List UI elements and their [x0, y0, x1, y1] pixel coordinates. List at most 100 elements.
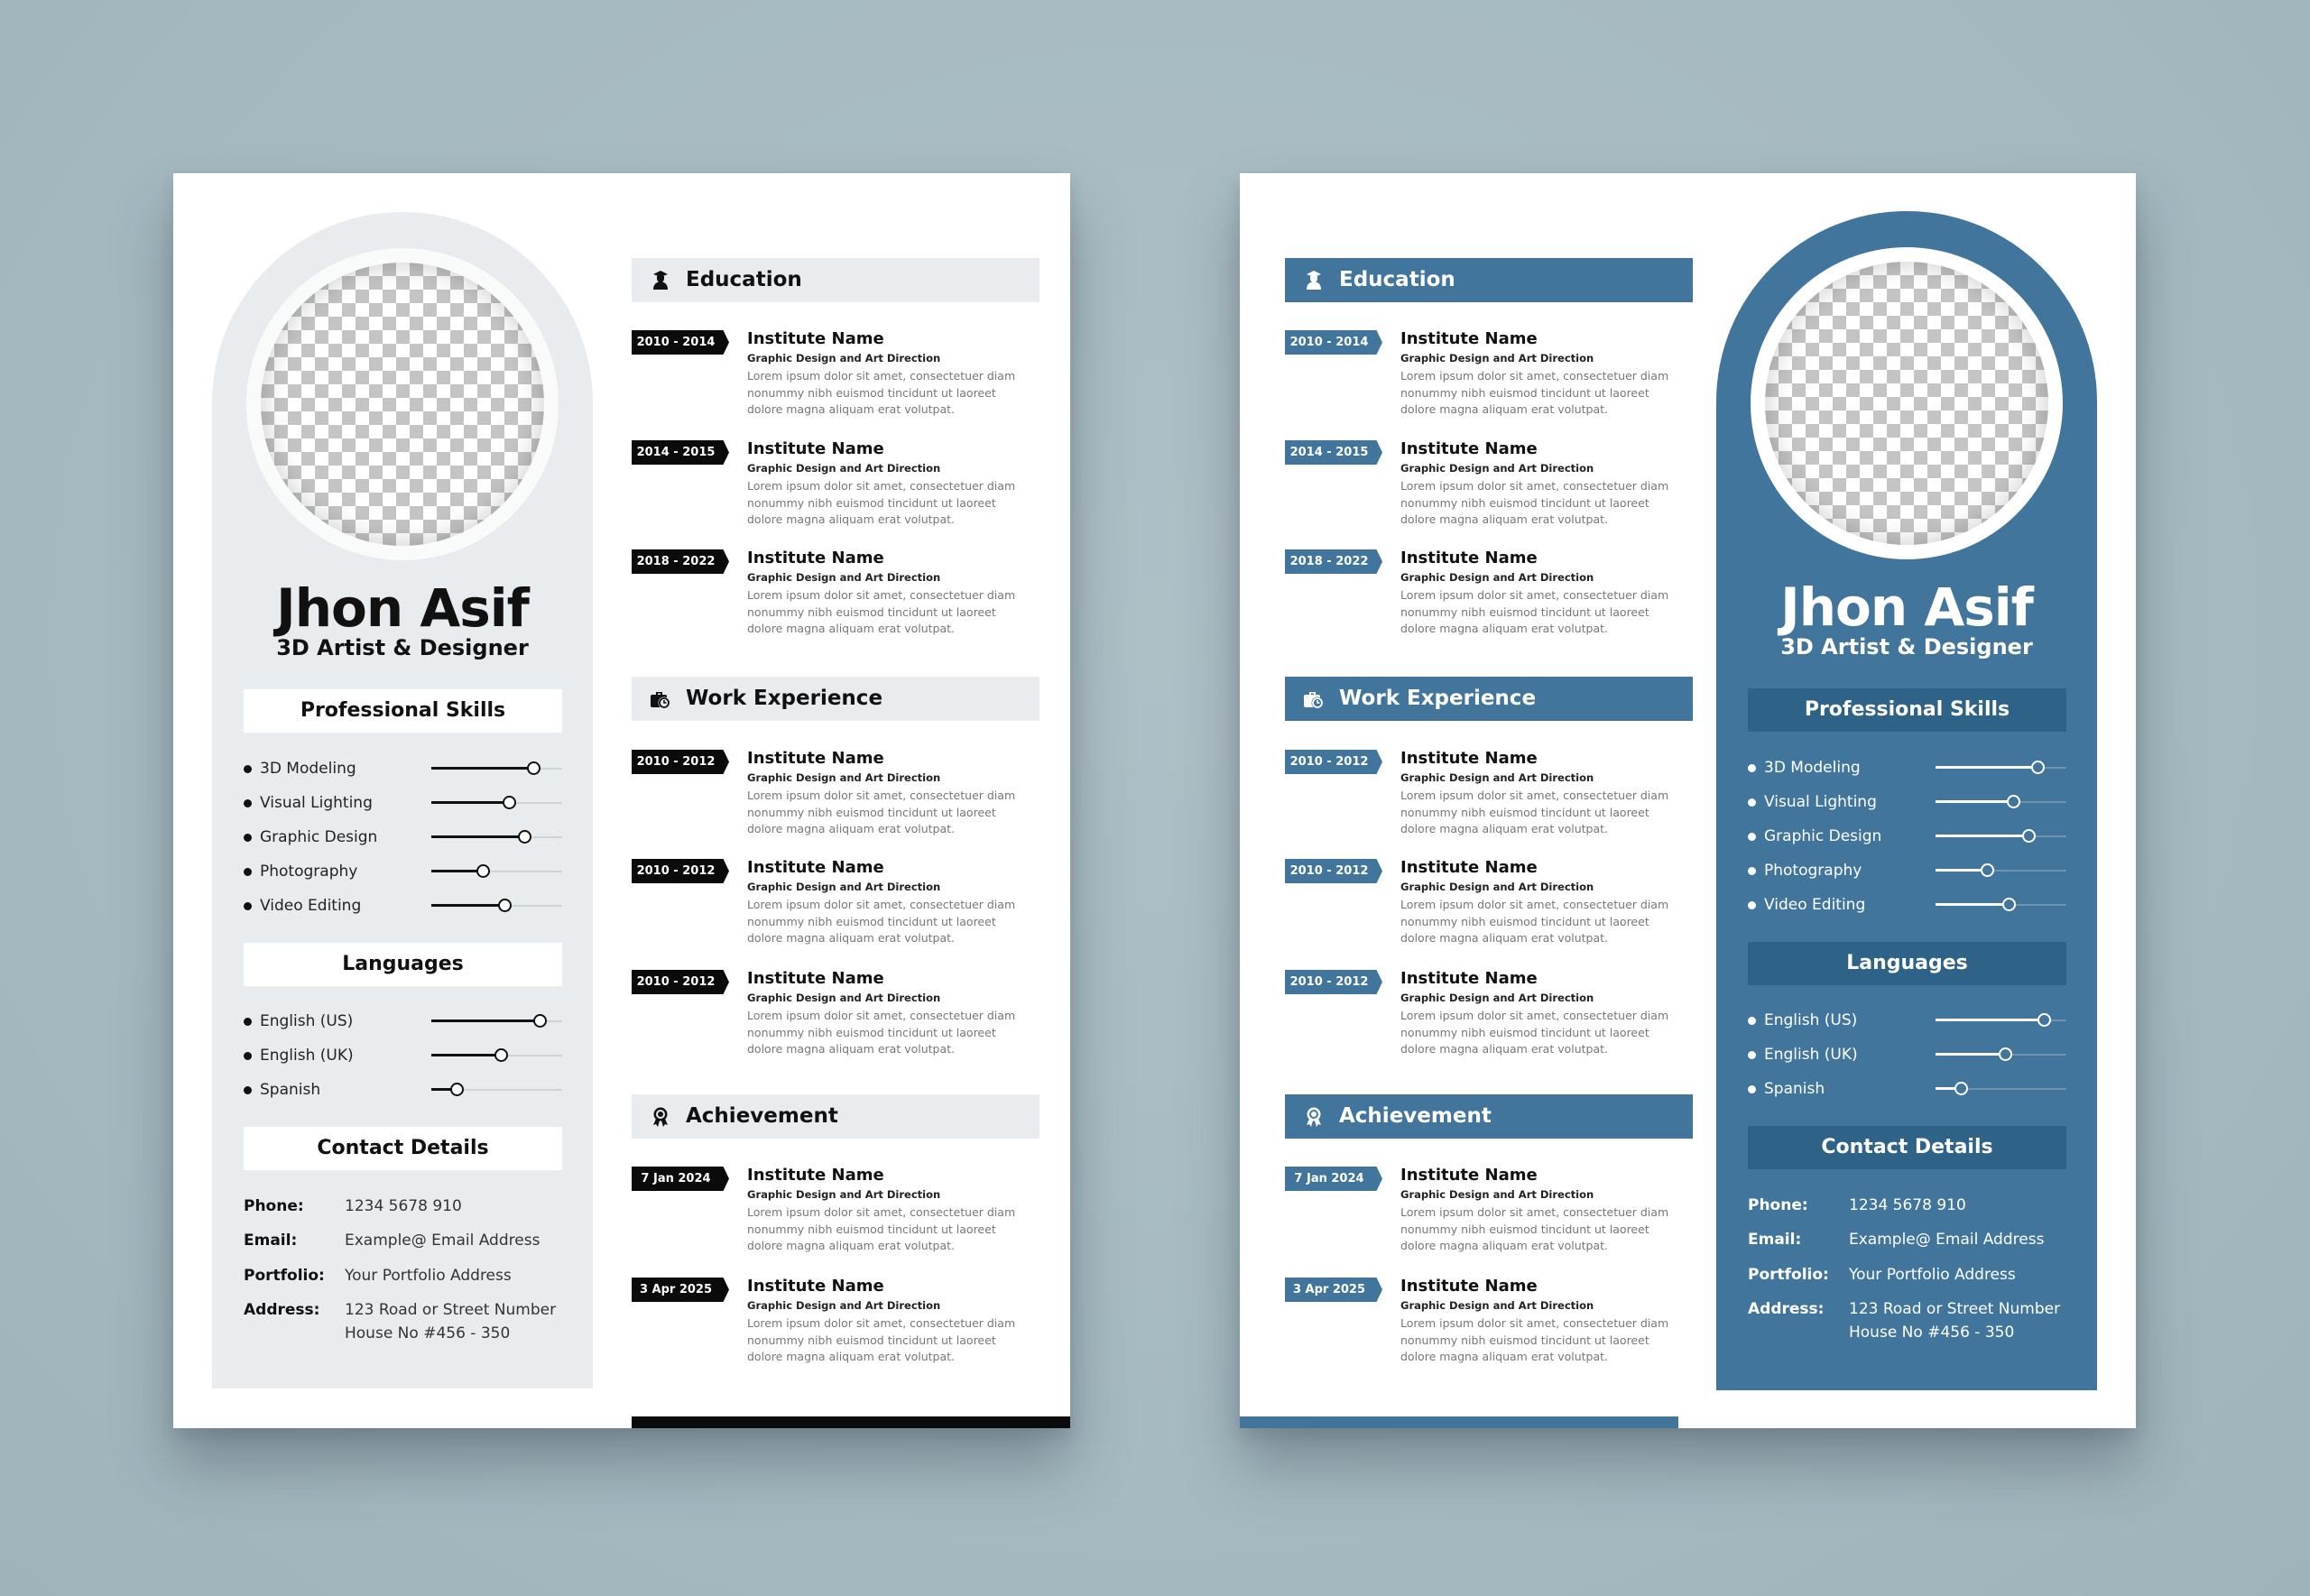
language-level-slider[interactable]	[1936, 1013, 2066, 1027]
profile-photo-placeholder[interactable]	[261, 263, 544, 546]
bullet-icon	[1748, 764, 1756, 772]
education-entry: 2010 - 2014 Institute Name Graphic Design …	[632, 329, 1040, 429]
slider-fill	[431, 767, 534, 770]
slider-knob[interactable]	[2031, 761, 2046, 774]
language-level-slider[interactable]	[431, 1014, 562, 1028]
language-row: Spanish	[244, 1079, 562, 1101]
education-entry: 2018 - 2022 Institute Name Graphic Design …	[1285, 549, 1693, 649]
date-tag: 2014 - 2015	[632, 440, 729, 465]
slider-knob[interactable]	[2037, 1013, 2052, 1027]
contact-heading: Contact Details	[1748, 1126, 2066, 1169]
skill-level-slider[interactable]	[431, 761, 562, 775]
entry-title: Institute Name	[1400, 969, 1538, 988]
date-tag: 2010 - 2012	[632, 970, 729, 994]
skill-level-slider[interactable]	[1936, 898, 2066, 911]
contact-phone-value: 1234 5678 910	[345, 1197, 462, 1215]
bullet-icon	[244, 1086, 252, 1094]
skills-heading: Professional Skills	[244, 689, 562, 733]
skill-label: 3D Modeling	[260, 760, 356, 778]
profile-name: Jhon Asif	[1780, 577, 2034, 638]
skill-row: Photography	[244, 861, 562, 882]
achievement-entry: 7 Jan 2024 Institute Name Graphic Design a…	[632, 1166, 1040, 1266]
entry-description: Lorem ipsum dolor sit amet, consectetuer…	[747, 898, 1016, 945]
slider-knob[interactable]	[494, 1048, 508, 1062]
footer-accent-bar	[632, 1416, 1070, 1428]
contact-address-line1: 123 Road or Street Number	[1849, 1300, 2061, 1318]
entry-subtitle: Graphic Design and Art Direction	[1400, 881, 1594, 893]
date-tag: 2010 - 2014	[632, 330, 729, 355]
profile-title: 3D Artist & Designer	[276, 635, 529, 660]
entry-description: Lorem ipsum dolor sit amet, consectetuer…	[747, 1205, 1016, 1252]
skill-level-slider[interactable]	[431, 796, 562, 809]
profile-sidebar: Jhon Asif 3D Artist & Designer Professio…	[212, 212, 593, 1388]
bullet-icon	[1748, 798, 1756, 807]
skill-row: Visual Lighting	[244, 792, 562, 814]
award-ribbon-icon	[1307, 1107, 1321, 1127]
language-level-slider[interactable]	[431, 1083, 562, 1096]
education-title: Education	[686, 268, 802, 291]
slider-knob[interactable]	[476, 864, 490, 878]
contact-address-label: Address:	[1748, 1300, 1825, 1318]
achievement-header: Achievement	[632, 1094, 1040, 1139]
achievement-title: Achievement	[1339, 1104, 1492, 1128]
skill-level-slider[interactable]	[431, 899, 562, 912]
date-tag: 2010 - 2012	[1285, 970, 1382, 994]
skills-heading: Professional Skills	[1748, 688, 2066, 732]
work-entry: 2010 - 2012 Institute Name Graphic Design …	[1285, 969, 1693, 1069]
language-row: English (UK)	[244, 1045, 562, 1066]
slider-knob[interactable]	[2002, 898, 2017, 911]
skill-level-slider[interactable]	[431, 864, 562, 878]
slider-knob[interactable]	[2021, 829, 2036, 843]
bullet-icon	[244, 799, 252, 807]
contact-heading: Contact Details	[244, 1127, 562, 1170]
skill-level-slider[interactable]	[1936, 795, 2066, 808]
entry-subtitle: Graphic Design and Art Direction	[747, 881, 941, 893]
main-column: Education 2010 - 2014 Institute Name Graph…	[1285, 173, 1693, 1428]
skill-level-slider[interactable]	[1936, 829, 2066, 843]
entry-subtitle: Graphic Design and Art Direction	[747, 571, 941, 584]
date-tag: 2018 - 2022	[1285, 549, 1382, 574]
entry-title: Institute Name	[1400, 439, 1538, 458]
date-tag: 3 Apr 2025	[632, 1278, 729, 1302]
entry-description: Lorem ipsum dolor sit amet, consectetuer…	[747, 1009, 1016, 1056]
slider-knob[interactable]	[502, 796, 516, 809]
language-level-slider[interactable]	[1936, 1047, 2066, 1061]
slider-knob[interactable]	[1954, 1082, 1968, 1095]
language-row: English (US)	[1748, 1010, 2066, 1031]
slider-fill	[1936, 800, 2013, 803]
entry-description: Lorem ipsum dolor sit amet, consectetuer…	[1400, 898, 1669, 945]
slider-knob[interactable]	[527, 761, 541, 775]
education-entry: 2010 - 2014 Institute Name Graphic Design …	[1285, 329, 1693, 429]
skill-level-slider[interactable]	[1936, 761, 2066, 774]
entry-title: Institute Name	[747, 439, 884, 458]
skill-level-slider[interactable]	[431, 830, 562, 844]
entry-description: Lorem ipsum dolor sit amet, consectetuer…	[747, 479, 1016, 526]
work-title: Work Experience	[1339, 687, 1537, 710]
entry-description: Lorem ipsum dolor sit amet, consectetuer…	[1400, 1009, 1669, 1056]
date-tag: 7 Jan 2024	[1285, 1167, 1382, 1191]
language-level-slider[interactable]	[431, 1048, 562, 1062]
date-tag: 2010 - 2012	[1285, 859, 1382, 883]
slider-fill	[1936, 903, 2010, 906]
slider-knob[interactable]	[498, 899, 513, 912]
contact-address-line2: House No #456 - 350	[1849, 1324, 2015, 1342]
date-tag: 2010 - 2012	[632, 859, 729, 883]
slider-knob[interactable]	[449, 1083, 464, 1096]
slider-knob[interactable]	[517, 830, 531, 844]
date-tag: 2014 - 2015	[1285, 440, 1382, 465]
bullet-icon	[244, 1052, 252, 1060]
skill-level-slider[interactable]	[1936, 863, 2066, 877]
profile-photo-placeholder[interactable]	[1765, 262, 2048, 545]
entry-title: Institute Name	[747, 749, 884, 768]
skill-label: Photography	[260, 863, 358, 881]
language-row: English (UK)	[1748, 1044, 2066, 1066]
slider-knob[interactable]	[1998, 1047, 2012, 1061]
achievement-header: Achievement	[1285, 1094, 1693, 1139]
entry-subtitle: Graphic Design and Art Direction	[747, 1299, 941, 1312]
slider-knob[interactable]	[2006, 795, 2020, 808]
slider-knob[interactable]	[1980, 863, 1994, 877]
language-label: English (UK)	[260, 1047, 354, 1065]
slider-knob[interactable]	[533, 1014, 548, 1028]
language-level-slider[interactable]	[1936, 1082, 2066, 1095]
entry-title: Institute Name	[747, 969, 884, 988]
